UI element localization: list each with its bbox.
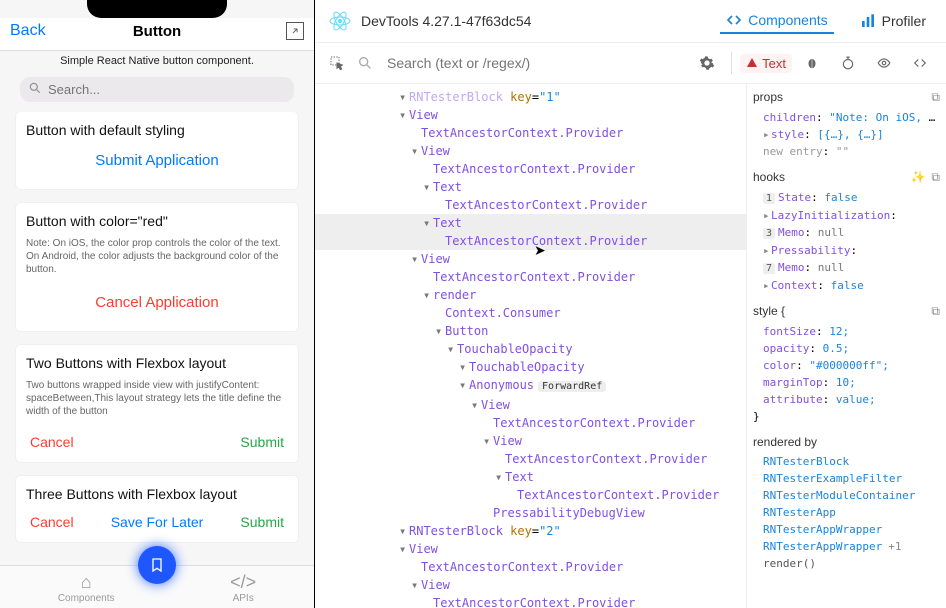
- tree-row[interactable]: ▾View: [315, 106, 746, 124]
- inspect-element-icon[interactable]: [325, 51, 349, 75]
- card-title: Button with default styling: [16, 122, 298, 144]
- source-icon[interactable]: [908, 51, 932, 75]
- react-logo-icon: [329, 10, 351, 32]
- card-default: Button with default styling Submit Appli…: [16, 112, 298, 189]
- tree-row[interactable]: ▾View: [315, 540, 746, 558]
- copy-icon[interactable]: ⧉: [931, 170, 940, 185]
- cancel-button[interactable]: Cancel: [30, 434, 74, 450]
- component-tree[interactable]: ▾RNTesterBlock key="1"▾ViewTextAncestorC…: [315, 84, 746, 608]
- props-header: props: [753, 90, 783, 105]
- page-title: Button: [0, 23, 314, 40]
- tree-row[interactable]: ▾TouchableOpacity: [315, 340, 746, 358]
- tab-label: APIs: [233, 593, 254, 604]
- tree-row[interactable]: TextAncestorContext.Provider: [315, 196, 746, 214]
- phone-simulator: Back Button Simple React Native button c…: [0, 0, 315, 608]
- stopwatch-icon[interactable]: [836, 51, 860, 75]
- phone-notch: [87, 0, 227, 18]
- tree-row[interactable]: TextAncestorContext.Provider: [315, 558, 746, 576]
- search-input[interactable]: [20, 77, 294, 102]
- share-icon[interactable]: [286, 22, 304, 40]
- settings-gear-icon[interactable]: [695, 51, 719, 75]
- copy-icon[interactable]: ⧉: [931, 304, 940, 319]
- rendered-by-item[interactable]: RNTesterApp: [753, 504, 940, 521]
- tree-row[interactable]: ▾Button: [315, 322, 746, 340]
- hooks-header: hooks: [753, 170, 785, 185]
- rendered-by-item[interactable]: RNTesterModuleContainer: [753, 487, 940, 504]
- tree-row[interactable]: ▾AnonymousForwardRef: [315, 376, 746, 396]
- inspect-panel: props⧉ children: "Note: On iOS, the ▸sty…: [746, 84, 946, 608]
- tab-label: Components: [748, 12, 827, 28]
- tree-row[interactable]: TextAncestorContext.Provider: [315, 232, 746, 250]
- save-for-later-button[interactable]: Save For Later: [111, 514, 204, 530]
- card-note: Note: On iOS, the color prop controls th…: [16, 235, 298, 286]
- tab-label: Components: [58, 593, 115, 604]
- card-note: Two buttons wrapped inside view with jus…: [16, 377, 298, 428]
- tree-row[interactable]: ▾View: [315, 432, 746, 450]
- tree-row[interactable]: ▾View: [315, 142, 746, 160]
- tree-row[interactable]: TextAncestorContext.Provider: [315, 268, 746, 286]
- devtools-version: DevTools 4.27.1-47f63dc54: [361, 13, 531, 29]
- tree-row[interactable]: ▾Text: [315, 468, 746, 486]
- card-title: Button with color="red": [16, 213, 298, 235]
- tree-row[interactable]: ▾RNTesterBlock key="1": [315, 88, 746, 106]
- tree-row[interactable]: ▾View: [315, 396, 746, 414]
- rendered-by-header: rendered by: [753, 435, 817, 449]
- tree-row[interactable]: ▾View: [315, 250, 746, 268]
- tree-row[interactable]: ▾Text: [315, 178, 746, 196]
- react-devtools: DevTools 4.27.1-47f63dc54 Components Pro…: [315, 0, 946, 608]
- tree-row[interactable]: Context.Consumer: [315, 304, 746, 322]
- tree-row[interactable]: TextAncestorContext.Provider: [315, 594, 746, 608]
- rendered-by-item[interactable]: RNTesterExampleFilter: [753, 470, 940, 487]
- tree-row[interactable]: TextAncestorContext.Provider: [315, 414, 746, 432]
- style-header: style {: [753, 304, 785, 319]
- card-three-buttons: Three Buttons with Flexbox layout Cancel…: [16, 476, 298, 542]
- tree-row[interactable]: TextAncestorContext.Provider: [315, 124, 746, 142]
- cancel-application-button[interactable]: Cancel Application: [16, 286, 298, 319]
- tree-row[interactable]: ▾View: [315, 576, 746, 594]
- card-color-red: Button with color="red" Note: On iOS, th…: [16, 203, 298, 331]
- rendered-by-item[interactable]: RNTesterBlock: [753, 453, 940, 470]
- tree-row[interactable]: ▾RNTesterBlock key="2": [315, 522, 746, 540]
- tree-row[interactable]: TextAncestorContext.Provider: [315, 160, 746, 178]
- tab-label: Profiler: [882, 13, 926, 29]
- tree-row[interactable]: TextAncestorContext.Provider: [315, 486, 746, 504]
- tree-row[interactable]: ▾Text: [315, 214, 746, 232]
- selected-component-badge: Text: [740, 54, 792, 73]
- eye-icon[interactable]: [872, 51, 896, 75]
- devtools-search-input[interactable]: [381, 49, 695, 77]
- home-icon: ⌂: [58, 572, 115, 593]
- submit-application-button[interactable]: Submit Application: [16, 144, 298, 177]
- rendered-by-item[interactable]: RNTesterAppWrapper+1: [753, 538, 940, 555]
- tree-row[interactable]: PressabilityDebugView: [315, 504, 746, 522]
- copy-icon[interactable]: ⧉: [931, 90, 940, 105]
- bookmark-floating-button[interactable]: [138, 546, 176, 584]
- code-icon: </>: [230, 572, 256, 593]
- submit-button[interactable]: Submit: [240, 514, 284, 530]
- tab-profiler[interactable]: Profiler: [854, 8, 932, 34]
- submit-button[interactable]: Submit: [240, 434, 284, 450]
- card-title: Two Buttons with Flexbox layout: [16, 355, 298, 377]
- tree-row[interactable]: TextAncestorContext.Provider: [315, 450, 746, 468]
- subtitle: Simple React Native button component.: [0, 51, 314, 77]
- tab-components[interactable]: Components: [720, 8, 833, 34]
- search-icon: [28, 81, 42, 98]
- phone-header: Back Button: [0, 18, 314, 51]
- magic-wand-icon[interactable]: ✨: [910, 170, 925, 185]
- tab-apis[interactable]: </> APIs: [230, 572, 256, 604]
- bug-icon[interactable]: [800, 51, 824, 75]
- search-icon: [353, 51, 377, 75]
- tree-row[interactable]: ▾TouchableOpacity: [315, 358, 746, 376]
- card-title: Three Buttons with Flexbox layout: [16, 486, 298, 508]
- tab-components[interactable]: ⌂ Components: [58, 572, 115, 604]
- back-button[interactable]: Back: [10, 22, 46, 40]
- cancel-button[interactable]: Cancel: [30, 514, 74, 530]
- rendered-by-item[interactable]: RNTesterAppWrapper: [753, 521, 940, 538]
- tree-row[interactable]: ▾render: [315, 286, 746, 304]
- card-two-buttons: Two Buttons with Flexbox layout Two butt…: [16, 345, 298, 462]
